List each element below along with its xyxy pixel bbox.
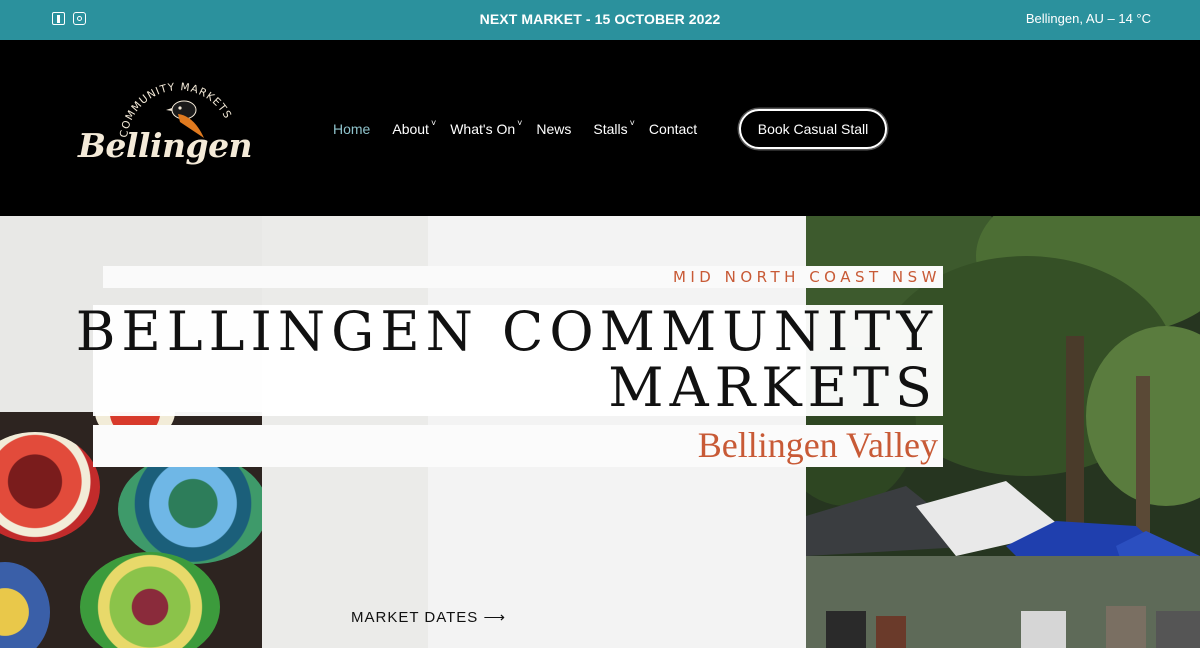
hero-title: BELLINGEN COMMUNITY MARKETS (76, 304, 938, 416)
facebook-icon[interactable] (52, 12, 65, 25)
instagram-icon[interactable] (73, 12, 86, 25)
nav-label: Contact (648, 121, 698, 137)
nav-item-contact[interactable]: Contact (649, 121, 697, 137)
hero-title-line: BELLINGEN COMMUNITY (75, 300, 938, 363)
book-casual-stall-button[interactable]: Book Casual Stall (739, 109, 887, 149)
chevron-down-icon: ˅ (430, 118, 437, 128)
nav-label: News (536, 121, 572, 137)
nav-item-about[interactable]: About ˅ (392, 118, 437, 137)
hero-title-line: MARKETS (608, 356, 938, 419)
nav-label: About (392, 121, 429, 137)
weather-readout: Bellingen, AU – 14 °C (1025, 11, 1151, 26)
nav-item-whats-on[interactable]: What's On ˅ (450, 118, 523, 137)
site-header: COMMUNITY MARKETS Bellingen Home About ˅… (0, 40, 1200, 216)
top-bar: NEXT MARKET - 15 OCTOBER 2022 Bellingen,… (0, 0, 1200, 40)
main-nav: Home About ˅ What's On ˅ News Stalls ˅ C… (333, 118, 697, 137)
market-dates-link[interactable]: MARKET DATES ⟶ (351, 608, 506, 626)
next-market-banner: NEXT MARKET - 15 OCTOBER 2022 (479, 11, 721, 27)
hero-kicker: MID NORTH COAST NSW (672, 268, 941, 286)
nav-label: Stalls (593, 121, 628, 137)
chevron-down-icon: ˅ (629, 118, 635, 128)
social-links (52, 12, 86, 25)
nav-label: What's On (450, 121, 516, 137)
nav-item-stalls[interactable]: Stalls ˅ (593, 118, 635, 137)
nav-label: Home (333, 121, 371, 137)
chevron-down-icon: ˅ (517, 118, 523, 128)
nav-item-home[interactable]: Home (333, 121, 370, 137)
logo-wordmark: Bellingen (78, 126, 253, 165)
site-logo[interactable]: COMMUNITY MARKETS Bellingen (72, 78, 253, 178)
hero-section: MID NORTH COAST NSW BELLINGEN COMMUNITY … (0, 216, 1200, 648)
hero-subtitle: Bellingen Valley (697, 425, 938, 465)
nav-item-news[interactable]: News (536, 121, 571, 137)
